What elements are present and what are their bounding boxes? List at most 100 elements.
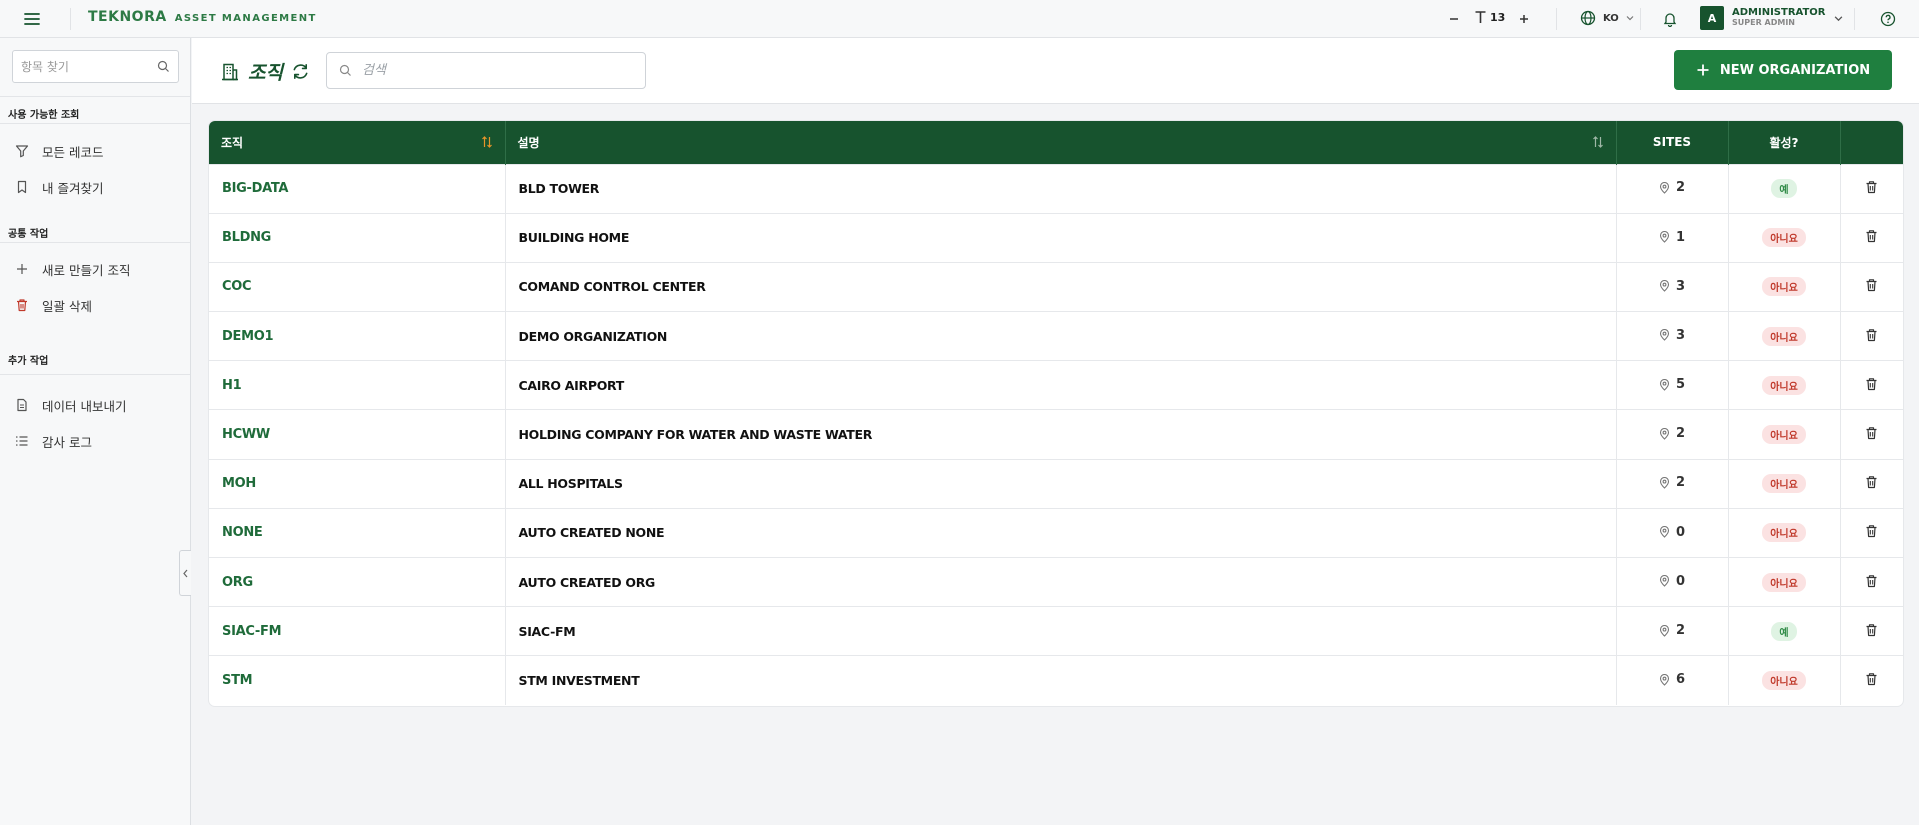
- font-size-indicator: 13: [1474, 10, 1505, 24]
- column-label: 조직: [221, 135, 244, 150]
- organization-code[interactable]: MOH: [209, 459, 506, 509]
- status-badge: 아니요: [1762, 375, 1806, 395]
- status-badge: 아니요: [1762, 523, 1806, 543]
- table-row[interactable]: HCWW HOLDING COMPANY FOR WATER AND WASTE …: [209, 409, 1903, 460]
- sort-icon[interactable]: [1592, 135, 1604, 149]
- status-badge: 아니요: [1762, 572, 1806, 592]
- font-decrease-button[interactable]: [1444, 9, 1464, 29]
- delete-icon[interactable]: [1865, 278, 1878, 292]
- organization-code[interactable]: SIAC-FM: [209, 606, 506, 656]
- sites-count-group: 2: [1659, 426, 1685, 441]
- sidebar-item-favorites[interactable]: 내 즐겨찾기: [14, 177, 103, 197]
- table-row[interactable]: MOH ALL HOSPITALS 2 아니요: [209, 459, 1903, 509]
- page-title-group: 조직: [220, 58, 310, 85]
- column-header-active[interactable]: 활성?: [1728, 121, 1841, 164]
- top-bar: TEKNORA ASSET MANAGEMENT 13 KO A ADMINIS…: [0, 0, 1919, 38]
- sidebar-item-audit-log[interactable]: 감사 로그: [14, 431, 92, 451]
- active-cell: 아니요: [1728, 311, 1841, 361]
- table-row[interactable]: COC COMAND CONTROL CENTER 3 아니요: [209, 262, 1903, 312]
- divider: [1854, 8, 1855, 30]
- menu-icon[interactable]: [23, 10, 41, 28]
- bookmark-icon: [14, 179, 30, 195]
- organization-code[interactable]: BIG-DATA: [209, 164, 506, 214]
- column-header-sites[interactable]: SITES: [1616, 121, 1729, 164]
- sidebar-item-bulk-delete[interactable]: 일괄 삭제: [14, 295, 92, 315]
- sites-count: 3: [1675, 327, 1686, 343]
- sidebar-item-all-records[interactable]: 모든 레코드: [14, 141, 103, 161]
- location-pin-icon: [1659, 575, 1670, 588]
- organization-code[interactable]: DEMO1: [209, 311, 506, 361]
- column-header-actions: [1840, 121, 1903, 164]
- chevron-down-icon: [1834, 14, 1843, 23]
- actions-cell: [1840, 311, 1903, 361]
- sort-icon[interactable]: [481, 135, 493, 149]
- delete-icon[interactable]: [1865, 574, 1878, 588]
- font-increase-button[interactable]: [1514, 9, 1534, 29]
- organization-description: ALL HOSPITALS: [505, 459, 1617, 509]
- delete-icon[interactable]: [1865, 328, 1878, 342]
- active-cell: 아니요: [1728, 655, 1841, 706]
- sites-count: 2: [1675, 426, 1686, 442]
- organization-code[interactable]: BLDNG: [209, 213, 506, 263]
- user-role: SUPER ADMIN: [1732, 18, 1795, 27]
- brand-logo[interactable]: TEKNORA ASSET MANAGEMENT: [88, 9, 317, 25]
- actions-cell: [1840, 606, 1903, 656]
- refresh-icon[interactable]: [291, 62, 310, 81]
- table-row[interactable]: BIG-DATA BLD TOWER 2 예: [209, 164, 1903, 214]
- table-header-row: 조직 설명 SITES 활성?: [209, 121, 1903, 164]
- language-selector[interactable]: KO: [1580, 10, 1634, 26]
- sidebar-item-label: 모든 레코드: [42, 144, 104, 160]
- table-row[interactable]: H1 CAIRO AIRPORT 5 아니요: [209, 360, 1903, 410]
- sidebar-item-new-organization[interactable]: 새로 만들기 조직: [14, 259, 130, 279]
- plus-icon: [1696, 63, 1710, 77]
- actions-cell: [1840, 213, 1903, 263]
- delete-icon[interactable]: [1865, 475, 1878, 489]
- delete-icon[interactable]: [1865, 377, 1878, 391]
- user-menu[interactable]: A ADMINISTRATOR SUPER ADMIN: [1700, 6, 1843, 30]
- sidebar-search-input[interactable]: [21, 59, 157, 74]
- bell-icon[interactable]: [1660, 9, 1680, 29]
- delete-icon[interactable]: [1865, 672, 1878, 686]
- table-row[interactable]: SIAC-FM SIAC-FM 2 예: [209, 606, 1903, 656]
- help-icon[interactable]: [1878, 9, 1898, 29]
- table-row[interactable]: ORG AUTO CREATED ORG 0 아니요: [209, 557, 1903, 607]
- sites-count: 2: [1675, 475, 1686, 491]
- search-box: [326, 52, 646, 89]
- table-row[interactable]: STM STM INVESTMENT 6 아니요: [209, 655, 1903, 706]
- location-pin-icon: [1659, 526, 1670, 538]
- actions-cell: [1840, 409, 1903, 460]
- active-cell: 예: [1728, 606, 1841, 656]
- organization-code[interactable]: ORG: [209, 557, 506, 607]
- brand-name: TEKNORA: [88, 9, 167, 25]
- delete-icon[interactable]: [1865, 180, 1878, 194]
- sites-count-group: 1: [1659, 230, 1685, 245]
- new-organization-button[interactable]: NEW ORGANIZATION: [1674, 50, 1892, 90]
- organization-description: DEMO ORGANIZATION: [505, 311, 1617, 361]
- delete-icon[interactable]: [1865, 229, 1878, 243]
- active-cell: 아니요: [1728, 262, 1841, 312]
- sidebar-item-export-data[interactable]: 데이터 내보내기: [14, 395, 126, 415]
- table-row[interactable]: BLDNG BUILDING HOME 1 아니요: [209, 213, 1903, 263]
- delete-icon[interactable]: [1865, 426, 1878, 440]
- search-input[interactable]: [362, 63, 632, 78]
- sidebar-item-label: 데이터 내보내기: [42, 398, 127, 414]
- sidebar-collapse-button[interactable]: [179, 550, 191, 596]
- column-header-organization[interactable]: 조직: [209, 121, 506, 164]
- active-cell: 아니요: [1728, 409, 1841, 460]
- column-header-description[interactable]: 설명: [505, 121, 1617, 164]
- organization-code[interactable]: COC: [209, 262, 506, 312]
- delete-icon[interactable]: [1865, 623, 1878, 637]
- active-cell: 아니요: [1728, 213, 1841, 263]
- organization-code[interactable]: HCWW: [209, 409, 506, 460]
- section-title: 사용 가능한 조회: [8, 110, 80, 121]
- search-icon[interactable]: [157, 60, 170, 73]
- page-title: 조직: [248, 62, 283, 84]
- table-row[interactable]: DEMO1 DEMO ORGANIZATION 3 아니요: [209, 311, 1903, 361]
- actions-cell: [1840, 557, 1903, 607]
- delete-icon[interactable]: [1865, 524, 1878, 538]
- organization-code[interactable]: NONE: [209, 508, 506, 558]
- organization-code[interactable]: STM: [209, 655, 506, 706]
- sidebar-item-label: 새로 만들기 조직: [42, 262, 131, 278]
- table-row[interactable]: NONE AUTO CREATED NONE 0 아니요: [209, 508, 1903, 558]
- organization-code[interactable]: H1: [209, 360, 506, 410]
